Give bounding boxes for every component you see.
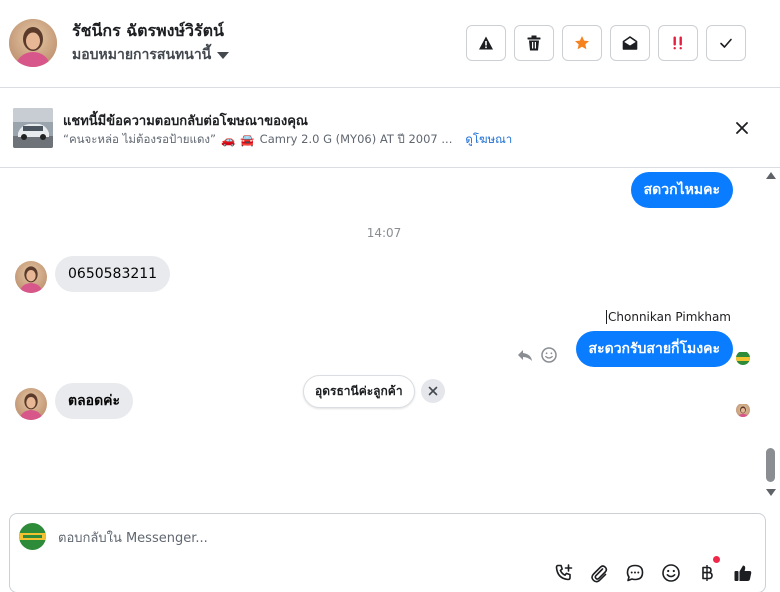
conversation-header: รัชนีกร ฉัตรพงษ์วิรัตน์ มอบหมายการสนทนาน… — [0, 0, 780, 88]
payment-button[interactable] — [696, 562, 718, 584]
follow-up-button[interactable] — [658, 25, 698, 61]
reply-icon — [518, 350, 532, 361]
mark-done-button[interactable] — [706, 25, 746, 61]
ad-thumbnail[interactable] — [13, 108, 53, 148]
car-front-emoji-icon: 🚘 — [240, 133, 255, 147]
like-button[interactable] — [732, 562, 754, 584]
mark-unread-button[interactable] — [610, 25, 650, 61]
incoming-message[interactable]: 0650583211 — [55, 256, 171, 292]
paperclip-icon — [591, 565, 608, 583]
contact-avatar[interactable] — [9, 19, 57, 67]
attach-button[interactable] — [588, 562, 610, 584]
contact-seen-avatar — [736, 403, 750, 417]
scrollbar-thumb[interactable] — [766, 448, 775, 482]
outgoing-message[interactable]: สะดวกรับสายกี่โมงคะ — [575, 331, 733, 367]
close-icon — [428, 386, 438, 396]
emoji-button[interactable] — [660, 562, 682, 584]
close-icon — [736, 122, 748, 134]
close-ad-bar-button[interactable] — [732, 118, 752, 138]
scroll-down-arrow-icon[interactable] — [766, 489, 776, 496]
reply-button[interactable] — [516, 346, 534, 364]
sender-name: Chonnikan Pimkham — [606, 310, 731, 324]
ad-car-text: Camry 2.0 G (MY06) AT ปี 2007 ... — [259, 132, 453, 146]
star-button[interactable] — [562, 25, 602, 61]
caret-down-icon — [217, 51, 230, 59]
smiley-icon — [541, 347, 557, 363]
double-exclamation-icon — [673, 36, 682, 50]
phone-plus-icon — [555, 564, 573, 581]
assign-label: มอบหมายการสนทนานี้ — [72, 47, 212, 63]
scroll-up-arrow-icon[interactable] — [766, 172, 776, 179]
chat-bubble-icon — [626, 564, 644, 582]
page-avatar — [19, 523, 46, 550]
ad-subtitle: “คนจะหล่อ ไม่ต้องรอป้ายแดง” 🚗 🚘 Camry 2.… — [63, 131, 512, 149]
message-thread[interactable]: สดวกไหมคะ 14:07 0650583211 Chonnikan Pim… — [0, 168, 780, 504]
car-emoji-icon: 🚗 — [221, 133, 236, 147]
star-icon — [575, 36, 589, 50]
delete-button[interactable] — [514, 25, 554, 61]
smiley-icon — [662, 564, 680, 582]
page-seen-avatar — [736, 351, 750, 365]
dismiss-quick-reply-button[interactable] — [421, 379, 445, 403]
assign-conversation-dropdown[interactable]: มอบหมายการสนทนานี้ — [72, 44, 230, 66]
trash-icon — [527, 35, 541, 51]
thumbs-up-icon — [734, 565, 752, 581]
saved-replies-button[interactable] — [624, 562, 646, 584]
quick-reply-chip[interactable]: อุดรธานีค่ะลูกค้า — [303, 375, 415, 408]
contact-avatar-small — [15, 388, 47, 420]
view-ad-link[interactable]: ดูโฆษณา — [465, 131, 512, 149]
contact-name[interactable]: รัชนีกร ฉัตรพงษ์วิรัตน์ — [72, 19, 224, 44]
call-button[interactable] — [553, 562, 575, 584]
envelope-open-icon — [622, 36, 638, 50]
contact-avatar-small — [15, 261, 47, 293]
message-composer — [9, 513, 766, 592]
checkmark-icon — [720, 38, 732, 48]
notification-dot — [713, 556, 720, 563]
ad-context-bar: แชทนี้มีข้อความตอบกลับต่อโฆษณาของคุณ “คน… — [0, 88, 780, 168]
warning-icon — [479, 36, 493, 50]
incoming-message[interactable]: ตลอดค่ะ — [55, 383, 134, 419]
thread-scrollbar[interactable] — [764, 168, 778, 504]
ad-title: แชทนี้มีข้อความตอบกลับต่อโฆษณาของคุณ — [63, 114, 308, 129]
baht-icon — [702, 565, 713, 581]
react-button[interactable] — [540, 346, 558, 364]
ad-quote: “คนจะหล่อ ไม่ต้องรอป้ายแดง” — [63, 132, 217, 146]
outgoing-message[interactable]: สดวกไหมคะ — [630, 172, 733, 208]
report-button[interactable] — [466, 25, 506, 61]
timestamp-separator: 14:07 — [366, 226, 402, 240]
message-input[interactable] — [58, 528, 658, 548]
